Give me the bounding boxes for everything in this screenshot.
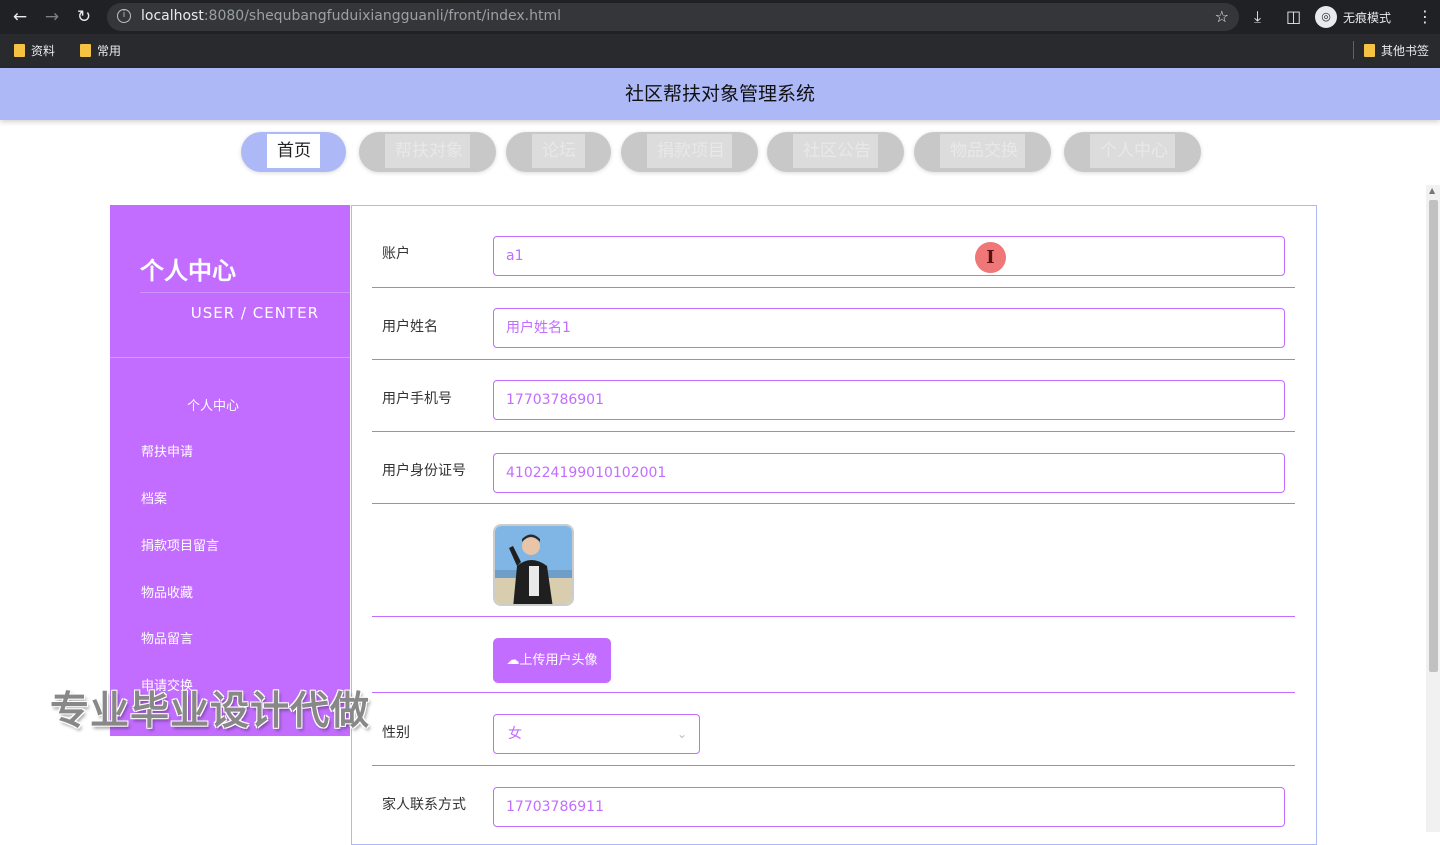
- nav-tab-help-targets[interactable]: 帮扶对象: [359, 132, 496, 172]
- account-label: 账户: [382, 246, 410, 262]
- nav-tab-label: 首页: [267, 134, 320, 168]
- gender-label: 性别: [382, 725, 410, 741]
- sidebar-subtitle: USER / CENTER: [190, 304, 319, 322]
- divider: [140, 292, 350, 293]
- incognito-icon: ◎: [1315, 6, 1337, 28]
- nav-tab-label: 社区公告: [793, 134, 878, 168]
- menu-kebab-icon[interactable]: ⋮: [1417, 6, 1433, 28]
- nav-tab-exchange[interactable]: 物品交换: [914, 132, 1051, 172]
- nav-tab-donation[interactable]: 捐款项目: [621, 132, 758, 172]
- row-divider: [372, 287, 1295, 288]
- bookmarks-bar: [0, 34, 1440, 68]
- upload-avatar-label: 上传用户头像: [519, 653, 598, 668]
- nav-tab-label: 帮扶对象: [385, 134, 470, 168]
- site-title: 社区帮扶对象管理系统: [0, 68, 1440, 120]
- nav-tab-label: 个人中心: [1090, 134, 1175, 168]
- other-bookmarks[interactable]: 其他书签: [1364, 42, 1429, 59]
- avatar-photo: [495, 526, 572, 604]
- row-divider: [372, 616, 1295, 617]
- browser-toolbar: ← → ↻ i localhost:8080/shequbangfuduixia…: [0, 0, 1440, 34]
- download-icon[interactable]: ⤓: [1254, 6, 1261, 28]
- family-contact-label: 家人联系方式: [382, 797, 466, 813]
- url-text: localhost:8080/shequbangfuduixiangguanli…: [141, 8, 562, 24]
- bookmark-label: 常用: [97, 44, 122, 58]
- bookmark-folder-changyong[interactable]: 常用: [80, 42, 121, 59]
- row-divider: [372, 359, 1295, 360]
- folder-icon: [80, 44, 91, 57]
- info-icon[interactable]: i: [117, 9, 131, 23]
- cloud-upload-icon: ☁: [506, 653, 520, 668]
- sidebar-item-item-comments[interactable]: 物品留言: [141, 628, 193, 647]
- divider: [110, 357, 350, 358]
- row-divider: [372, 503, 1295, 504]
- address-bar[interactable]: i localhost:8080/shequbangfuduixiangguan…: [107, 3, 1239, 31]
- phone-label: 用户手机号: [382, 391, 452, 407]
- avatar: [493, 524, 574, 606]
- idcard-input[interactable]: 410224199010102001: [493, 453, 1285, 493]
- sidebar-item-donation-comments[interactable]: 捐款项目留言: [141, 535, 219, 554]
- name-input[interactable]: 用户姓名1: [493, 308, 1285, 348]
- bookmark-label: 其他书签: [1381, 44, 1430, 58]
- account-input[interactable]: a1: [493, 236, 1285, 276]
- incognito-indicator[interactable]: ◎ 无痕模式: [1315, 5, 1391, 29]
- phone-input[interactable]: 17703786901: [493, 380, 1285, 420]
- idcard-label: 用户身份证号: [382, 463, 466, 479]
- bookmark-separator: [1353, 41, 1354, 59]
- sidebar-item-archive[interactable]: 档案: [141, 488, 167, 507]
- nav-tab-home[interactable]: 首页: [241, 132, 346, 172]
- reload-icon[interactable]: ↻: [73, 6, 95, 28]
- forward-icon[interactable]: →: [41, 6, 63, 28]
- upload-avatar-button[interactable]: ☁上传用户头像: [493, 638, 611, 683]
- bookmark-folder-ziliao[interactable]: 资料: [14, 42, 55, 59]
- bookmark-star-icon[interactable]: ☆: [1215, 7, 1229, 26]
- watermark-text: 专业毕业设计代做: [50, 689, 371, 734]
- row-divider: [372, 431, 1295, 432]
- sidebar-item-help-apply[interactable]: 帮扶申请: [141, 441, 193, 460]
- name-label: 用户姓名: [382, 319, 438, 335]
- bookmark-label: 资料: [31, 44, 56, 58]
- back-icon[interactable]: ←: [9, 6, 31, 28]
- nav-tab-notice[interactable]: 社区公告: [767, 132, 904, 172]
- folder-icon: [14, 44, 25, 57]
- chevron-down-icon: ⌄: [676, 727, 687, 741]
- sidebar: 个人中心 USER / CENTER 个人中心 帮扶申请 档案 捐款项目留言 物…: [110, 205, 350, 736]
- nav-tab-forum[interactable]: 论坛: [506, 132, 611, 172]
- gender-select[interactable]: 女 ⌄: [493, 714, 700, 754]
- scrollbar-thumb[interactable]: [1429, 200, 1438, 672]
- sidepanel-icon[interactable]: ◫: [1286, 6, 1301, 28]
- nav-tab-label: 物品交换: [940, 134, 1025, 168]
- folder-icon: [1364, 44, 1375, 57]
- gender-value: 女: [508, 726, 522, 742]
- sidebar-item-item-favorites[interactable]: 物品收藏: [141, 582, 193, 601]
- sidebar-title: 个人中心: [140, 257, 236, 285]
- nav-tab-label: 捐款项目: [647, 134, 732, 168]
- family-contact-input[interactable]: 17703786911: [493, 787, 1285, 827]
- text-cursor-icon: I: [975, 242, 1006, 273]
- scroll-up-arrow-icon[interactable]: ▲: [1429, 186, 1435, 195]
- row-divider: [372, 692, 1295, 693]
- incognito-label: 无痕模式: [1343, 10, 1392, 25]
- nav-tab-user-center[interactable]: 个人中心: [1064, 132, 1201, 172]
- sidebar-item-user-center[interactable]: 个人中心: [187, 395, 239, 414]
- row-divider: [372, 765, 1295, 766]
- nav-tab-label: 论坛: [532, 134, 585, 168]
